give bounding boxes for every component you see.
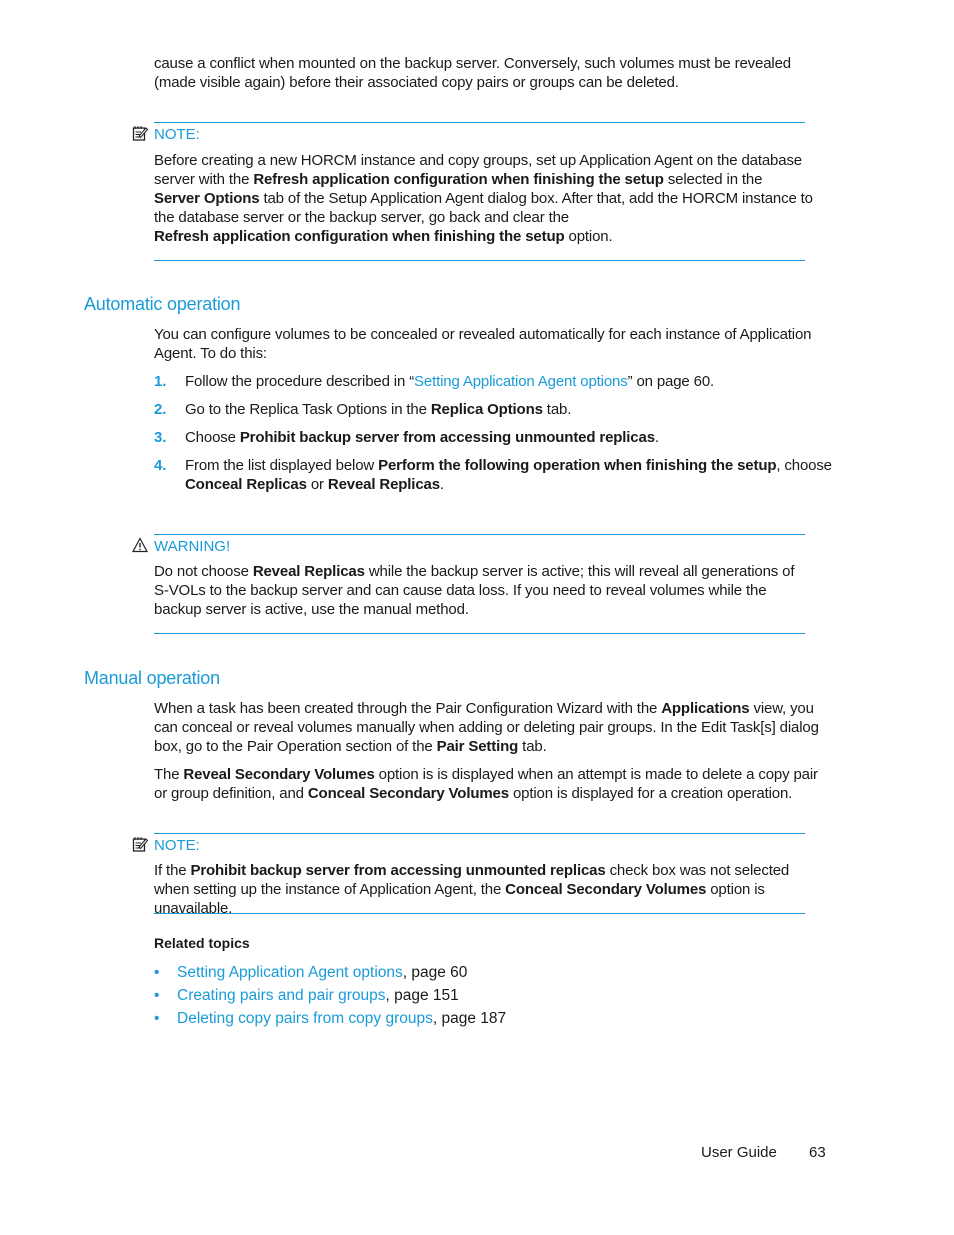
related-topic-page: , page 60 bbox=[402, 964, 468, 981]
note-title: NOTE: bbox=[131, 125, 200, 143]
related-topic-page: , page 151 bbox=[385, 987, 459, 1004]
note-text: option. bbox=[564, 228, 613, 245]
step-text: . bbox=[439, 476, 444, 493]
bullet-icon: • bbox=[154, 1010, 160, 1027]
step-number: 3. bbox=[154, 429, 167, 446]
warning-bold: Reveal Replicas bbox=[252, 563, 365, 580]
related-topic-link[interactable]: Setting Application Agent options bbox=[177, 964, 403, 981]
warning-text: Do not choose bbox=[154, 563, 253, 580]
step-text: ” on page 60. bbox=[627, 373, 715, 390]
section-heading-manual: Manual operation bbox=[84, 668, 220, 688]
section-heading-automatic: Automatic operation bbox=[84, 294, 241, 314]
step-text: Follow the procedure described in “ bbox=[185, 373, 415, 390]
note-text: selected in the bbox=[663, 171, 763, 188]
warning-top-rule bbox=[154, 534, 805, 535]
automatic-intro: You can configure volumes to be conceale… bbox=[154, 326, 812, 362]
step-text: . bbox=[654, 429, 659, 446]
warning-body: Do not choose Reveal Replicas while the … bbox=[154, 562, 809, 619]
manual-text: The bbox=[154, 766, 184, 783]
step-text: tab. bbox=[542, 401, 572, 418]
related-topic-link[interactable]: Creating pairs and pair groups bbox=[177, 987, 386, 1004]
note-label: NOTE: bbox=[154, 836, 200, 854]
step-bold: Prohibit backup server from accessing un… bbox=[239, 429, 655, 446]
note-bold: Server Options bbox=[154, 190, 260, 207]
manual-text: option is displayed for a creation opera… bbox=[508, 785, 793, 802]
step-number: 1. bbox=[154, 373, 167, 390]
manual-paragraph-2: The Reveal Secondary Volumes option is i… bbox=[154, 765, 834, 803]
step-text: , choose bbox=[776, 457, 832, 474]
intro-line-2: (made visible again) before their associ… bbox=[154, 74, 679, 91]
footer-guide-title: User Guide bbox=[701, 1144, 777, 1161]
related-topics-heading: Related topics bbox=[154, 935, 250, 951]
note-icon bbox=[131, 125, 149, 143]
setting-app-agent-options-link[interactable]: Setting Application Agent options bbox=[414, 373, 628, 390]
related-topic-link[interactable]: Deleting copy pairs from copy groups bbox=[177, 1010, 433, 1027]
step-bold: Perform the following operation when fin… bbox=[378, 457, 777, 474]
note-bold: Conceal Secondary Volumes bbox=[505, 881, 707, 898]
note-bold: Prohibit backup server from accessing un… bbox=[190, 862, 606, 879]
note-text: If the bbox=[154, 862, 191, 879]
manual-bold: Applications bbox=[661, 700, 750, 717]
warning-icon bbox=[131, 537, 149, 555]
step-bold: Replica Options bbox=[430, 401, 543, 418]
manual-text: When a task has been created through the… bbox=[154, 700, 662, 717]
step-text: Choose bbox=[185, 429, 240, 446]
footer-page-number: 63 bbox=[809, 1144, 826, 1161]
note-label: NOTE: bbox=[154, 125, 200, 143]
step-text: or bbox=[306, 476, 328, 493]
manual-text: tab. bbox=[518, 738, 547, 755]
note-body: If the Prohibit backup server from acces… bbox=[154, 861, 809, 918]
warning-bottom-rule bbox=[154, 633, 805, 634]
note-bottom-rule bbox=[154, 913, 805, 914]
related-topic-page: , page 187 bbox=[432, 1010, 507, 1027]
warning-title: WARNING! bbox=[131, 537, 230, 555]
step-text: From the list displayed below bbox=[185, 457, 379, 474]
note-body: Before creating a new HORCM instance and… bbox=[154, 151, 814, 246]
note-top-rule bbox=[154, 833, 805, 834]
manual-bold: Reveal Secondary Volumes bbox=[183, 766, 375, 783]
note-icon bbox=[131, 836, 149, 854]
bullet-icon: • bbox=[154, 964, 160, 981]
bullet-icon: • bbox=[154, 987, 160, 1004]
warning-label: WARNING! bbox=[154, 537, 231, 555]
intro-paragraph: cause a conflict when mounted on the bac… bbox=[154, 54, 834, 92]
note-bold: Refresh application configuration when f… bbox=[253, 171, 664, 188]
step-bold: Reveal Replicas bbox=[327, 476, 440, 493]
step-number: 4. bbox=[154, 457, 167, 474]
document-page: cause a conflict when mounted on the bac… bbox=[0, 0, 954, 1235]
step-text: Go to the Replica Task Options in the bbox=[185, 401, 431, 418]
intro-line-1: cause a conflict when mounted on the bac… bbox=[154, 55, 791, 72]
manual-bold: Pair Setting bbox=[436, 738, 519, 755]
step-bold: Conceal Replicas bbox=[185, 476, 307, 493]
step-number: 2. bbox=[154, 401, 167, 418]
note-top-rule bbox=[154, 122, 805, 123]
manual-bold: Conceal Secondary Volumes bbox=[307, 785, 509, 802]
note-bottom-rule bbox=[154, 260, 805, 261]
note-bold: Refresh application configuration when f… bbox=[154, 228, 565, 245]
note-title: NOTE: bbox=[131, 836, 200, 854]
manual-paragraph-1: When a task has been created through the… bbox=[154, 699, 834, 756]
